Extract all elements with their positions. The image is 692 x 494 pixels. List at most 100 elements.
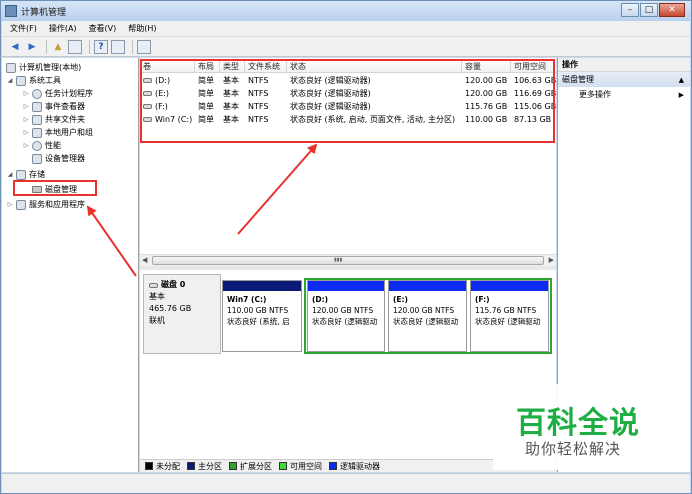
partition-status: 状态良好 (逻辑驱动 (393, 317, 459, 326)
expand-arrow-icon[interactable]: ▷ (6, 201, 14, 208)
partition-f[interactable]: (F:) 115.76 GB NTFS 状态良好 (逻辑驱动 (470, 280, 549, 352)
menu-help[interactable]: 帮助(H) (128, 23, 156, 34)
toolbar-separator (46, 39, 47, 54)
tree-item-root[interactable]: 计算机管理(本地) (6, 61, 81, 74)
legend-label: 逻辑驱动器 (340, 461, 380, 471)
tree-label: 系统工具 (29, 76, 61, 85)
navigation-tree: 计算机管理(本地) ◢ 系统工具 ▷ 任务计划程序 ▷ 事件查看器 ▷ 共享文件… (2, 58, 139, 472)
partition-size: 120.00 GB NTFS (312, 306, 374, 315)
up-folder-icon[interactable]: ▲ (51, 40, 65, 54)
expand-arrow-icon[interactable]: ▷ (22, 103, 30, 110)
storage-icon (16, 169, 26, 180)
tree-label: 存储 (29, 170, 45, 179)
disk-type: 基本 (149, 292, 165, 301)
partition-bar (471, 281, 548, 291)
disk-icon (149, 282, 158, 288)
menu-action[interactable]: 操作(A) (49, 23, 77, 34)
menu-bar: 文件(F) 操作(A) 查看(V) 帮助(H) (2, 21, 690, 37)
more-actions-item[interactable]: 更多操作 ▶ (558, 87, 690, 102)
tree-item-system-tools[interactable]: ◢ 系统工具 (6, 74, 61, 87)
tree-item-shared-folders[interactable]: ▷ 共享文件夹 (22, 113, 85, 126)
show-action-pane-icon[interactable] (111, 39, 125, 54)
expand-arrow-icon[interactable]: ▷ (22, 116, 30, 123)
horizontal-scrollbar[interactable]: ◀ ▮▮▮ ▶ (140, 254, 556, 266)
partition-bar (308, 281, 384, 291)
properties-icon[interactable] (137, 39, 151, 54)
expand-arrow-icon[interactable]: ▷ (22, 129, 30, 136)
services-icon (16, 199, 26, 210)
collapse-arrow-icon[interactable]: ◢ (6, 77, 14, 84)
legend-swatch (279, 462, 287, 470)
tree-item-event-viewer[interactable]: ▷ 事件查看器 (22, 100, 85, 113)
toolbar: ◀ ▶ ▲ ? (2, 37, 690, 57)
partition-bar (389, 281, 466, 291)
scroll-left-arrow-icon[interactable]: ◀ (142, 256, 147, 264)
shared-folder-icon (32, 114, 42, 125)
show-tree-icon[interactable] (68, 39, 82, 54)
tree-item-services[interactable]: ▷ 服务和应用程序 (6, 198, 85, 211)
event-viewer-icon (32, 101, 42, 112)
legend-swatch (229, 462, 237, 470)
legend-label: 未分配 (156, 461, 180, 471)
back-arrow-icon[interactable]: ◀ (8, 40, 22, 54)
disk-size: 465.76 GB (149, 304, 192, 313)
tree-item-local-users[interactable]: ▷ 本地用户和组 (22, 126, 93, 139)
performance-icon (32, 140, 42, 151)
close-button[interactable]: ✕ (659, 3, 685, 17)
expand-arrow-icon[interactable]: ▷ (22, 142, 30, 149)
partition-e[interactable]: (E:) 120.00 GB NTFS 状态良好 (逻辑驱动 (388, 280, 467, 352)
partition-d[interactable]: (D:) 120.00 GB NTFS 状态良好 (逻辑驱动 (307, 280, 385, 352)
computer-icon (6, 62, 16, 73)
tools-icon (16, 75, 26, 86)
tree-item-task-scheduler[interactable]: ▷ 任务计划程序 (22, 87, 93, 100)
tree-item-device-manager[interactable]: 设备管理器 (32, 152, 85, 165)
toolbar-separator (132, 39, 133, 54)
actions-section-disk-management[interactable]: 磁盘管理 ▲ (558, 72, 690, 87)
title-bar: 计算机管理 – □ ✕ (1, 1, 691, 21)
scroll-right-arrow-icon[interactable]: ▶ (549, 256, 554, 264)
legend-swatch (187, 462, 195, 470)
volume-list-highlight (140, 59, 555, 143)
actions-header: 操作 (558, 58, 690, 72)
actions-section-label: 磁盘管理 (562, 75, 594, 84)
partition-bar (223, 281, 301, 291)
status-bar (2, 473, 690, 493)
tree-item-performance[interactable]: ▷ 性能 (22, 139, 61, 152)
scrollbar-thumb[interactable] (152, 256, 544, 265)
tree-label: 共享文件夹 (45, 115, 85, 124)
tree-label: 性能 (45, 141, 61, 150)
collapse-arrow-icon[interactable]: ◢ (6, 171, 14, 178)
partition-name: Win7 (C:) (227, 295, 267, 304)
collapse-up-icon[interactable]: ▲ (679, 76, 684, 84)
partition-name: (F:) (475, 295, 490, 304)
minimize-button[interactable]: – (621, 3, 639, 17)
window-title: 计算机管理 (21, 7, 67, 18)
watermark-title: 百科全说 (516, 406, 640, 441)
partition-c[interactable]: Win7 (C:) 110.00 GB NTFS 状态良好 (系统, 启 (222, 280, 302, 352)
expand-arrow-icon[interactable]: ▷ (22, 90, 30, 97)
users-icon (32, 127, 42, 138)
disk-0-label[interactable]: 磁盘 0 基本 465.76 GB 联机 (143, 274, 221, 354)
tree-label: 设备管理器 (45, 154, 85, 163)
menu-file[interactable]: 文件(F) (10, 23, 37, 34)
help-icon[interactable]: ? (94, 39, 108, 54)
disk-state: 联机 (149, 316, 165, 325)
watermark-subtitle: 助你轻松解决 (525, 440, 622, 458)
legend-swatch (145, 462, 153, 470)
disk-name: 磁盘 0 (161, 280, 186, 289)
tree-label: 计算机管理(本地) (19, 63, 82, 72)
partition-size: 120.00 GB NTFS (393, 306, 455, 315)
maximize-button[interactable]: □ (640, 3, 658, 17)
more-actions-label: 更多操作 (579, 90, 611, 99)
tree-label: 本地用户和组 (45, 128, 93, 137)
forward-arrow-icon[interactable]: ▶ (25, 40, 39, 54)
menu-view[interactable]: 查看(V) (89, 23, 117, 34)
legend-label: 扩展分区 (240, 461, 272, 471)
partition-name: (D:) (312, 295, 329, 304)
clock-icon (32, 88, 42, 99)
submenu-arrow-icon: ▶ (678, 90, 684, 99)
legend-label: 可用空间 (290, 461, 322, 471)
legend-label: 主分区 (198, 461, 222, 471)
partition-size: 115.76 GB NTFS (475, 306, 537, 315)
legend-swatch (329, 462, 337, 470)
